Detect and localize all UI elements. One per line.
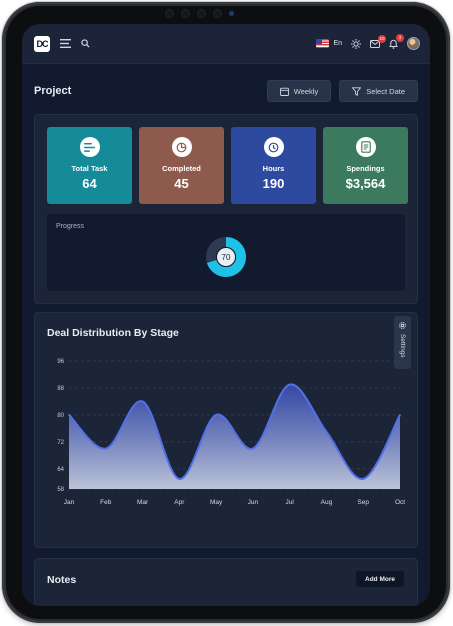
stat-label: Spendings [346, 164, 385, 173]
add-more-button[interactable]: Add More [356, 571, 404, 587]
data-point[interactable] [252, 447, 254, 450]
camera-indicator [228, 10, 234, 16]
x-tick-label: Feb [100, 499, 112, 506]
x-tick-label: Jul [286, 499, 295, 506]
receipt-icon [355, 137, 376, 157]
select-date-label: Select Date [366, 86, 405, 96]
y-tick-label: 72 [57, 440, 64, 446]
stat-card-spendings[interactable]: Spendings $3,564 [323, 127, 408, 204]
app-screen: DC En 10 3 Project Weekly Select Date To… [22, 24, 430, 606]
data-point[interactable] [399, 414, 401, 416]
y-tick-label: 80 [57, 413, 64, 419]
page-header: Project Weekly Select Date [22, 64, 430, 106]
stat-value: 64 [82, 176, 97, 191]
stat-label: Total Task [71, 164, 108, 173]
notes-card: Notes Add More [34, 558, 418, 606]
us-flag-icon[interactable] [316, 39, 330, 48]
data-point[interactable] [325, 430, 328, 433]
list-icon [79, 137, 100, 157]
deal-area-chart: 58 64 72 80 88 96 Jan Feb Mar Apr May Jun Jul Aug Sep O… [57, 359, 405, 506]
mail-count-badge: 10 [378, 34, 386, 43]
notification-count-badge: 3 [396, 33, 404, 42]
data-point[interactable] [104, 447, 107, 450]
weekly-label: Weekly [293, 86, 319, 96]
pie-icon [171, 137, 192, 157]
stat-label: Hours [262, 164, 285, 173]
stat-value: 45 [174, 176, 189, 191]
x-tick-label: Jun [248, 499, 259, 506]
clock-icon [263, 137, 284, 157]
progress-label: Progress [56, 223, 85, 230]
weekly-button[interactable]: Weekly [266, 80, 332, 102]
x-tick-label: Aug [321, 499, 333, 506]
stat-card-completed[interactable]: Completed 45 [139, 127, 224, 204]
top-bar: DC En 10 3 [22, 24, 430, 64]
select-date-button[interactable]: Select Date [339, 80, 418, 102]
progress-donut: 70 [206, 237, 246, 277]
notification-button[interactable]: 3 [389, 33, 404, 49]
camera-bar [144, 6, 254, 20]
y-tick-label: 64 [57, 467, 64, 473]
project-card: Total Task 64 Completed 45 Hours 190 Spendings… [34, 114, 418, 304]
sun-icon[interactable] [351, 38, 361, 49]
x-tick-label: Mar [137, 499, 149, 506]
stat-card-hours[interactable]: Hours 190 [231, 127, 316, 204]
user-avatar[interactable] [407, 37, 420, 50]
x-tick-label: Sep [357, 499, 369, 506]
deal-title: Deal Distribution By Stage [47, 327, 179, 339]
data-point[interactable] [68, 414, 70, 416]
progress-panel: Progress 70 [47, 214, 405, 291]
page-title: Project [34, 85, 72, 97]
tablet-frame: DC En 10 3 Project Weekly Select Date To… [2, 2, 450, 623]
data-point[interactable] [215, 414, 217, 416]
area-fill [69, 384, 400, 489]
notes-title: Notes [47, 574, 77, 586]
data-point[interactable] [362, 478, 365, 480]
stat-value: $3,564 [345, 176, 386, 191]
data-point[interactable] [288, 383, 291, 386]
camera-sensor [180, 8, 190, 18]
camera-lens [212, 8, 222, 18]
y-tick-label: 88 [57, 386, 64, 392]
data-point[interactable] [141, 400, 144, 403]
gear-icon [398, 321, 407, 330]
menu-icon[interactable] [60, 39, 71, 48]
y-tick-label: 58 [57, 487, 64, 493]
mail-button[interactable]: 10 [370, 34, 386, 48]
y-tick-label: 96 [57, 359, 64, 365]
stat-card-total-task[interactable]: Total Task 64 [47, 127, 132, 204]
stat-value: 190 [262, 176, 285, 191]
language-selector[interactable]: En [333, 40, 342, 47]
x-tick-label: Oct [395, 499, 405, 506]
x-tick-label: Jan [64, 499, 75, 506]
deal-distribution-card: Deal Distribution By Stage Settings 58 64… [34, 312, 418, 548]
search-icon[interactable] [81, 39, 90, 48]
filter-icon [352, 86, 362, 96]
stat-label: Completed [162, 164, 201, 173]
app-logo[interactable]: DC [34, 35, 50, 52]
donut-value: 70 [222, 253, 231, 262]
x-tick-label: Apr [174, 499, 185, 506]
camera-sensor [196, 8, 206, 18]
camera-sensor [164, 8, 174, 18]
data-point[interactable] [178, 478, 181, 480]
stat-row: Total Task 64 Completed 45 Hours 190 Spendings… [47, 127, 408, 204]
x-tick-label: May [210, 499, 223, 506]
calendar-icon [279, 87, 289, 96]
